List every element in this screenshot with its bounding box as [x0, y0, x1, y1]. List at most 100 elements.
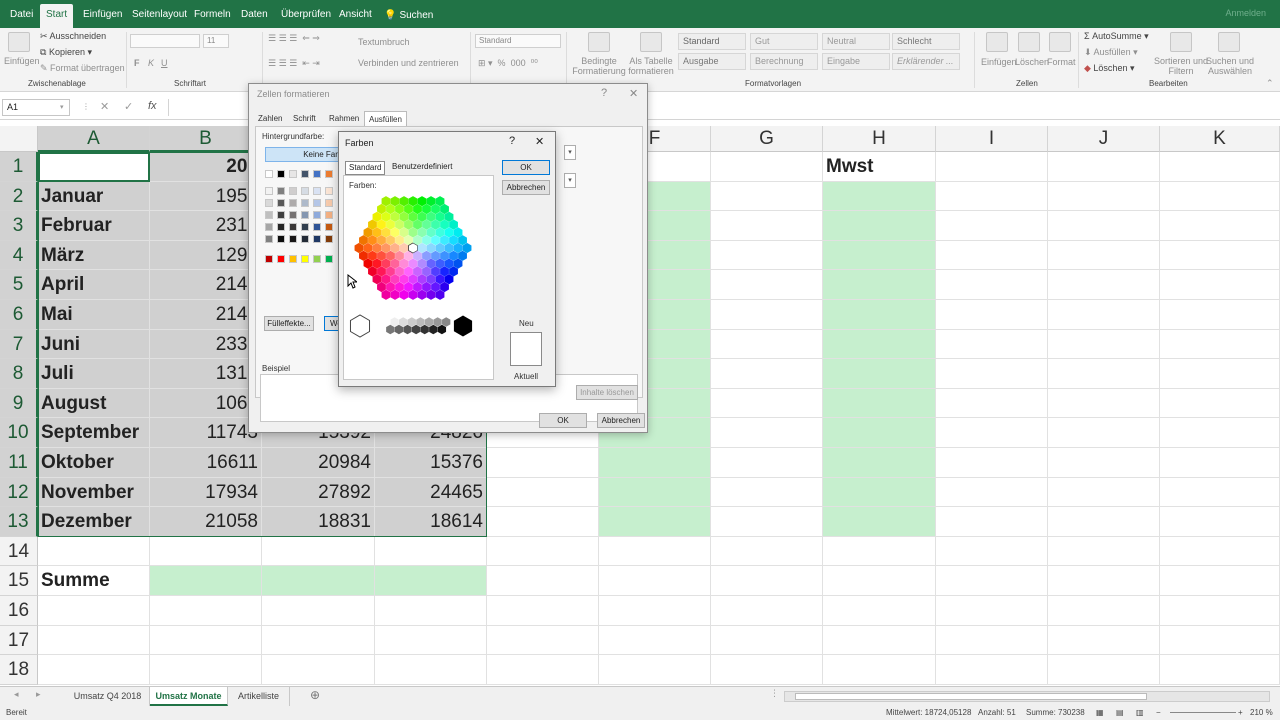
- cell-k13[interactable]: [1160, 507, 1280, 537]
- tab-seitenlayout[interactable]: Seitenlayout: [126, 4, 193, 28]
- column-header-i[interactable]: I: [936, 126, 1048, 152]
- cell-i1[interactable]: [936, 152, 1048, 182]
- horizontal-scrollbar[interactable]: [784, 691, 1270, 702]
- shade-color-swatch[interactable]: [313, 187, 321, 195]
- format-painter-button[interactable]: ✎ Format übertragen: [40, 63, 125, 74]
- cell-j12[interactable]: [1048, 477, 1160, 508]
- gray-color-cell[interactable]: [411, 324, 421, 335]
- cell-d13[interactable]: 18614: [375, 507, 487, 537]
- cell-d18[interactable]: [375, 655, 487, 685]
- cell-e14[interactable]: [487, 536, 599, 567]
- cell-f17[interactable]: [599, 625, 711, 656]
- cell-a12[interactable]: November: [38, 477, 150, 508]
- cell-k16[interactable]: [1160, 596, 1280, 626]
- cell-i16[interactable]: [936, 596, 1048, 626]
- cell-i14[interactable]: [936, 536, 1048, 567]
- cell-j11[interactable]: [1048, 448, 1160, 478]
- number-buttons[interactable]: ⊞ ▾ % 000 ⁰⁰: [478, 58, 538, 69]
- tab-start[interactable]: Start: [40, 4, 74, 28]
- column-header-g[interactable]: G: [711, 126, 823, 152]
- cell-f16[interactable]: [599, 596, 711, 626]
- paste-button[interactable]: Einfügen: [4, 56, 40, 66]
- insert-cells-button[interactable]: Einfügen: [981, 57, 1017, 67]
- standard-color-swatch[interactable]: [301, 255, 309, 263]
- shade-color-swatch[interactable]: [301, 211, 309, 219]
- colors-cancel-button[interactable]: Abbrechen: [502, 180, 550, 195]
- cell-a9[interactable]: August: [38, 388, 150, 419]
- cell-f15[interactable]: [599, 566, 711, 596]
- sort-filter-button[interactable]: Sortieren und Filtern: [1150, 56, 1212, 76]
- cell-e13[interactable]: [487, 507, 599, 537]
- cell-i18[interactable]: [936, 655, 1048, 685]
- cell-d15[interactable]: [375, 566, 487, 596]
- cell-h13[interactable]: [823, 507, 936, 537]
- shade-color-swatch[interactable]: [313, 199, 321, 207]
- cell-a3[interactable]: Februar: [38, 211, 150, 241]
- cell-f13[interactable]: [599, 507, 711, 537]
- cell-g11[interactable]: [711, 448, 823, 478]
- cell-a4[interactable]: März: [38, 240, 150, 271]
- zoom-in-icon[interactable]: +: [1238, 706, 1243, 720]
- zoom-level[interactable]: 210 %: [1250, 706, 1273, 720]
- shade-color-swatch[interactable]: [325, 235, 333, 243]
- shade-color-swatch[interactable]: [277, 187, 285, 195]
- cell-b14[interactable]: [150, 536, 262, 567]
- cell-e12[interactable]: [487, 477, 599, 508]
- find-select-button[interactable]: Suchen und Auswählen: [1204, 56, 1256, 76]
- gray-color-cell[interactable]: [424, 317, 434, 327]
- gray-color-cell[interactable]: [394, 324, 404, 335]
- cell-b6[interactable]: 2146: [150, 300, 262, 330]
- cell-k10[interactable]: [1160, 418, 1280, 448]
- horizontal-scrollbar-thumb[interactable]: [795, 693, 1147, 700]
- tab-ausfuellen[interactable]: Ausfüllen: [364, 111, 407, 126]
- tab-datei[interactable]: Datei: [4, 4, 39, 28]
- shade-color-swatch[interactable]: [325, 187, 333, 195]
- cell-e18[interactable]: [487, 655, 599, 685]
- row-header-9[interactable]: 9: [0, 388, 38, 419]
- theme-color-swatch[interactable]: [313, 170, 321, 178]
- cell-a5[interactable]: April: [38, 270, 150, 300]
- row-header-10[interactable]: 10: [0, 418, 38, 448]
- italic-button[interactable]: K: [148, 58, 154, 68]
- conditional-format-button[interactable]: Bedingte Formatierung: [572, 56, 626, 76]
- cell-d16[interactable]: [375, 596, 487, 626]
- font-size-combo[interactable]: 11: [203, 34, 229, 48]
- tab-benutzerdefiniert[interactable]: Benutzerdefiniert: [389, 161, 455, 175]
- cell-k17[interactable]: [1160, 625, 1280, 656]
- cell-h15[interactable]: [823, 566, 936, 596]
- zoom-out-icon[interactable]: −: [1156, 706, 1161, 720]
- sheet-tab-umsatz-monate[interactable]: Umsatz Monate: [150, 687, 228, 706]
- gray-color-cell[interactable]: [437, 324, 447, 335]
- cell-i15[interactable]: [936, 566, 1048, 596]
- gray-color-cell[interactable]: [420, 324, 429, 335]
- cell-c15[interactable]: [262, 566, 375, 596]
- cell-i17[interactable]: [936, 625, 1048, 656]
- cell-f12[interactable]: [599, 477, 711, 508]
- cell-a18[interactable]: [38, 655, 150, 685]
- cell-j17[interactable]: [1048, 625, 1160, 656]
- cell-k7[interactable]: [1160, 329, 1280, 360]
- theme-color-swatch[interactable]: [301, 170, 309, 178]
- shade-color-swatch[interactable]: [289, 187, 297, 195]
- style-eingabe[interactable]: Eingabe: [822, 53, 890, 70]
- column-header-k[interactable]: K: [1160, 126, 1280, 152]
- format-as-table-button[interactable]: Als Tabelle formatieren: [626, 56, 676, 76]
- cell-g7[interactable]: [711, 329, 823, 360]
- cell-g18[interactable]: [711, 655, 823, 685]
- gray-color-cell[interactable]: [386, 324, 395, 335]
- cell-k8[interactable]: [1160, 359, 1280, 389]
- name-box-dropdown-icon[interactable]: ▾: [60, 103, 64, 111]
- cell-i9[interactable]: [936, 388, 1048, 419]
- cell-a2[interactable]: Januar: [38, 181, 150, 212]
- select-all-corner[interactable]: [0, 126, 38, 152]
- gray-color-cell[interactable]: [399, 317, 408, 327]
- shade-color-swatch[interactable]: [277, 223, 285, 231]
- shade-color-swatch[interactable]: [289, 223, 297, 231]
- row-header-18[interactable]: 18: [0, 655, 38, 685]
- row-header-5[interactable]: 5: [0, 270, 38, 300]
- cell-d14[interactable]: [375, 536, 487, 567]
- account-signin[interactable]: Anmelden: [1225, 8, 1266, 18]
- cell-h1[interactable]: Mwst: [823, 152, 936, 182]
- gray-color-cell[interactable]: [390, 317, 399, 327]
- row-header-7[interactable]: 7: [0, 329, 38, 360]
